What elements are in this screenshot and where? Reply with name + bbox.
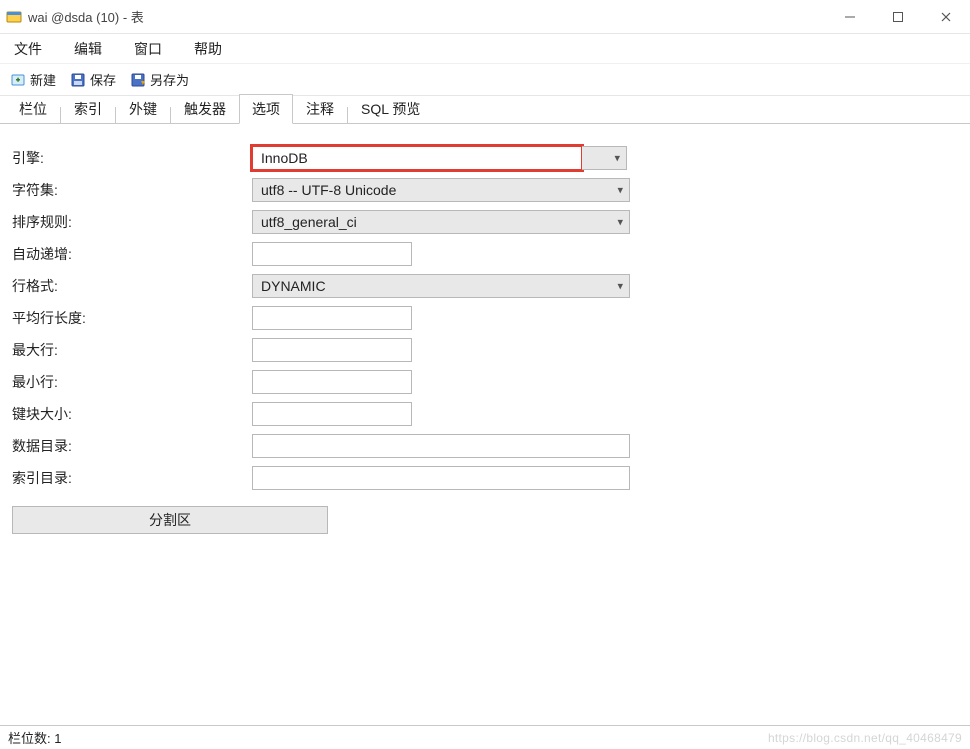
close-button[interactable]	[922, 0, 970, 34]
new-button[interactable]: 新建	[10, 70, 56, 89]
charset-value: utf8 -- UTF-8 Unicode	[261, 182, 621, 198]
partition-button[interactable]: 分割区	[12, 506, 328, 534]
tab-triggers[interactable]: 触发器	[171, 94, 239, 123]
maxrows-input[interactable]	[252, 338, 412, 362]
engine-combo-caret[interactable]: ▾	[582, 146, 627, 170]
charset-combo[interactable]: utf8 -- UTF-8 Unicode ▾	[252, 178, 630, 202]
tab-comment[interactable]: 注释	[293, 94, 347, 123]
autoinc-input[interactable]	[252, 242, 412, 266]
options-form: 引擎: InnoDB ▾ 字符集: utf8 -- UTF-8 Unicode …	[0, 124, 970, 748]
tab-options[interactable]: 选项	[239, 94, 293, 124]
keyblock-input[interactable]	[252, 402, 412, 426]
engine-value: InnoDB	[261, 150, 573, 166]
indexdir-label: 索引目录:	[12, 468, 252, 488]
menubar: 文件 编辑 窗口 帮助	[0, 34, 970, 64]
tab-fields[interactable]: 栏位	[6, 94, 60, 123]
save-icon	[70, 72, 86, 88]
menu-help[interactable]: 帮助	[190, 37, 226, 61]
engine-combo[interactable]: InnoDB	[252, 146, 582, 170]
toolbar: 新建 保存 另存为	[0, 64, 970, 96]
rowformat-value: DYNAMIC	[261, 278, 621, 294]
status-fieldcount: 栏位数: 1	[8, 728, 61, 747]
save-button[interactable]: 保存	[70, 70, 116, 89]
menu-edit[interactable]: 编辑	[70, 37, 106, 61]
datadir-label: 数据目录:	[12, 436, 252, 456]
collation-value: utf8_general_ci	[261, 214, 621, 230]
window-controls	[826, 0, 970, 34]
indexdir-input[interactable]	[252, 466, 630, 490]
keyblock-label: 键块大小:	[12, 404, 252, 424]
avgrowlen-input[interactable]	[252, 306, 412, 330]
maxrows-label: 最大行:	[12, 340, 252, 360]
tab-foreign[interactable]: 外键	[116, 94, 170, 123]
new-button-label: 新建	[30, 70, 56, 89]
partition-button-label: 分割区	[149, 510, 191, 530]
collation-combo[interactable]: utf8_general_ci ▾	[252, 210, 630, 234]
maximize-button[interactable]	[874, 0, 922, 34]
datadir-input[interactable]	[252, 434, 630, 458]
tabstrip: 栏位 索引 外键 触发器 选项 注释 SQL 预览	[0, 96, 970, 124]
titlebar: wai @dsda (10) - 表	[0, 0, 970, 34]
tab-indexes[interactable]: 索引	[61, 94, 115, 123]
rowformat-label: 行格式:	[12, 276, 252, 296]
window-title: wai @dsda (10) - 表	[28, 7, 144, 26]
saveas-icon	[130, 72, 146, 88]
app-icon	[6, 9, 22, 25]
tab-sqlpreview[interactable]: SQL 预览	[348, 94, 433, 123]
minrows-input[interactable]	[252, 370, 412, 394]
rowformat-combo[interactable]: DYNAMIC ▾	[252, 274, 630, 298]
watermark-text: https://blog.csdn.net/qq_40468479	[768, 731, 962, 745]
new-icon	[10, 72, 26, 88]
avgrowlen-label: 平均行长度:	[12, 308, 252, 328]
menu-file[interactable]: 文件	[10, 37, 46, 61]
save-button-label: 保存	[90, 70, 116, 89]
statusbar: 栏位数: 1 https://blog.csdn.net/qq_40468479	[0, 725, 970, 749]
charset-label: 字符集:	[12, 180, 252, 200]
chevron-down-icon: ▾	[614, 152, 620, 165]
menu-window[interactable]: 窗口	[130, 37, 166, 61]
minrows-label: 最小行:	[12, 372, 252, 392]
collation-label: 排序规则:	[12, 212, 252, 232]
saveas-button[interactable]: 另存为	[130, 70, 189, 89]
minimize-button[interactable]	[826, 0, 874, 34]
saveas-button-label: 另存为	[150, 70, 189, 89]
autoinc-label: 自动递增:	[12, 244, 252, 264]
engine-label: 引擎:	[12, 148, 252, 168]
